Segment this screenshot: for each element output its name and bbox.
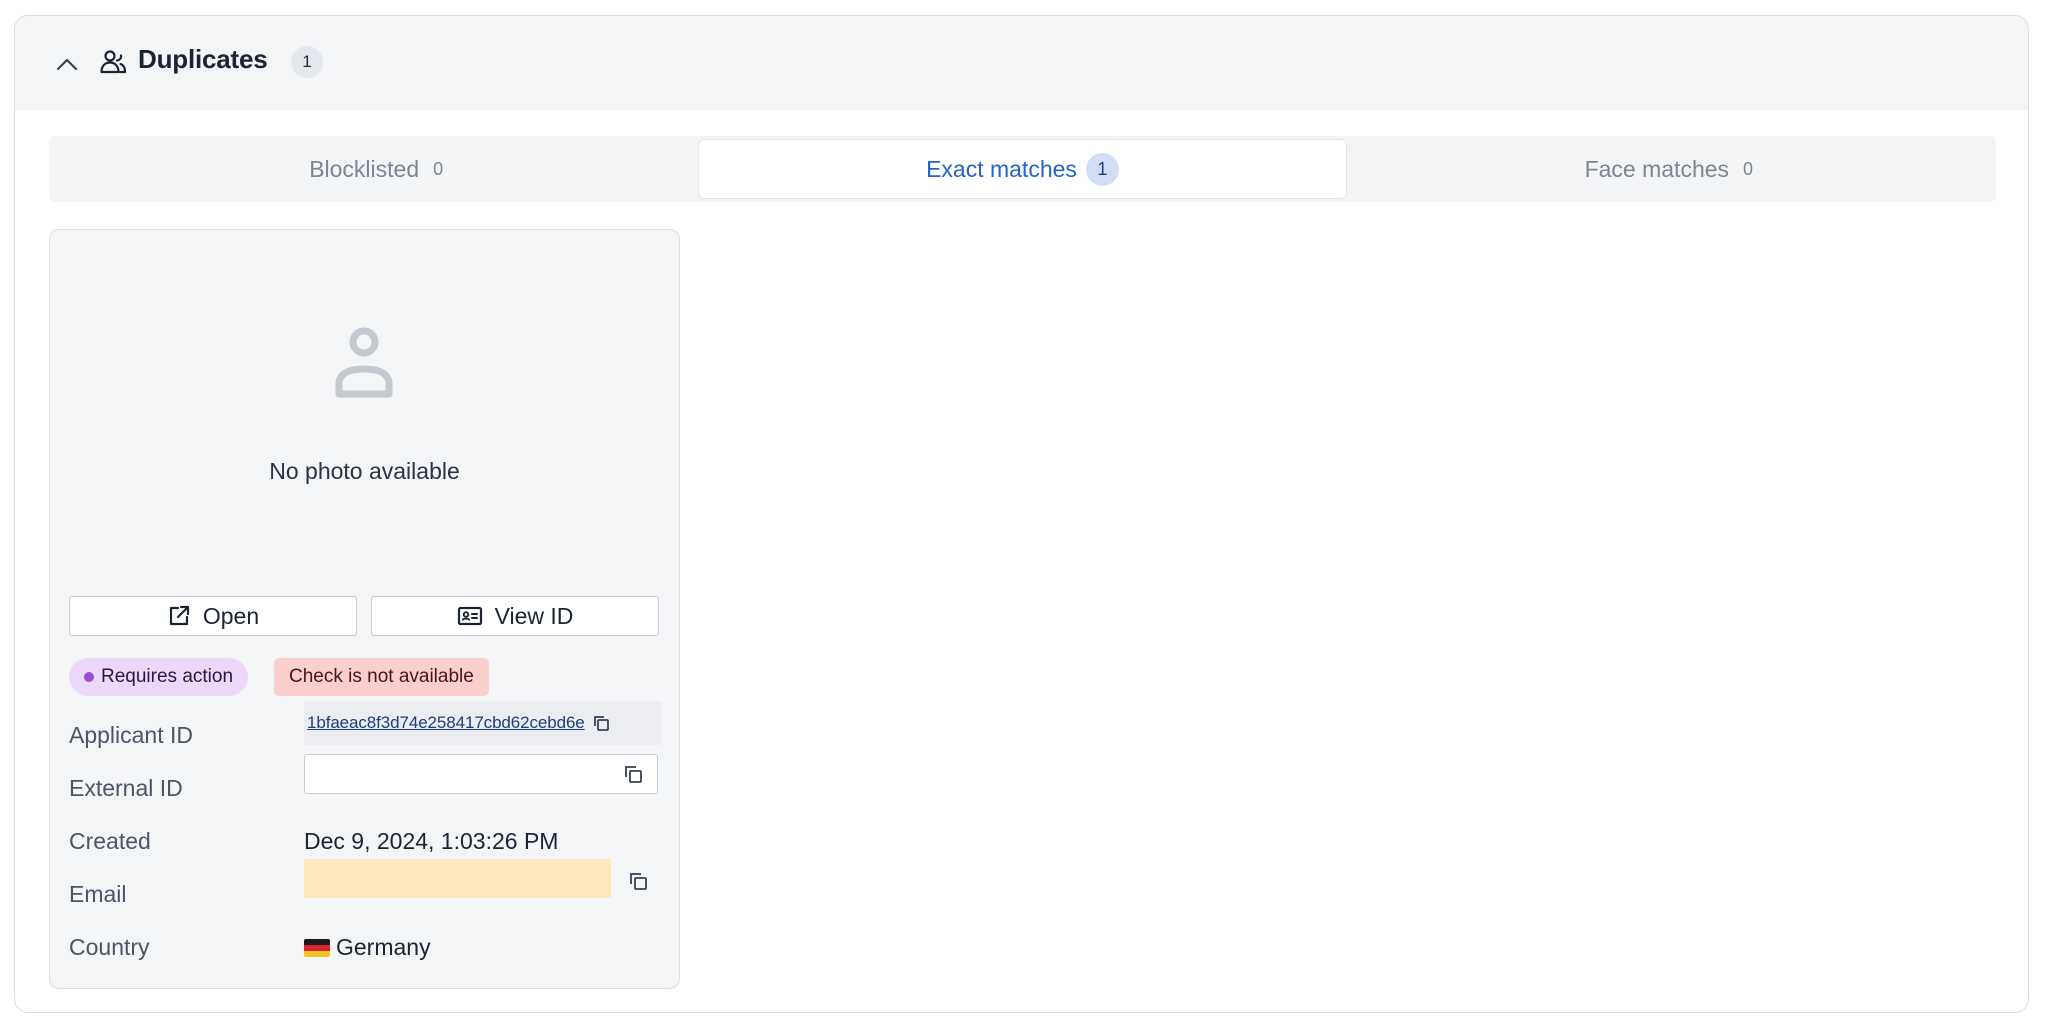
status-badge-label: Requires action: [101, 666, 234, 687]
external-link-icon: [167, 604, 191, 628]
copy-icon[interactable]: [592, 714, 610, 732]
tab-label: Exact matches: [926, 155, 1077, 182]
tab-label: Face matches: [1584, 155, 1730, 182]
external-id-input[interactable]: [304, 754, 658, 794]
applicant-id-label: Applicant ID: [69, 722, 194, 748]
section-count-badge: 1: [291, 46, 323, 78]
view-id-button-label: View ID: [494, 602, 574, 629]
duplicate-applicant-card: No photo available Open View ID Requires…: [49, 229, 680, 989]
tab-label: Blocklisted: [309, 155, 420, 182]
created-label: Created: [69, 828, 151, 854]
check-badge-label: Check is not available: [289, 666, 474, 687]
section-title: Duplicates: [138, 44, 268, 74]
email-label: Email: [69, 881, 127, 907]
tab-count: 0: [1743, 158, 1754, 179]
duplicates-panel: Duplicates 1 Blocklisted 0 Exact matches…: [14, 15, 2029, 1013]
germany-flag-icon: [304, 939, 330, 957]
status-badge: Requires action: [69, 658, 249, 696]
applicant-id-link[interactable]: 1bfaeac8f3d74e258417cbd62cebd6e: [307, 713, 585, 733]
country-name: Germany: [336, 934, 431, 960]
open-button-label: Open: [202, 602, 260, 629]
check-unavailable-badge: Check is not available: [274, 658, 489, 696]
country-value: Germany: [304, 934, 431, 961]
email-value-redacted: [304, 859, 611, 898]
tab-exact-matches[interactable]: Exact matches 1: [699, 140, 1346, 198]
copy-icon[interactable]: [623, 764, 643, 784]
external-id-label: External ID: [69, 775, 183, 801]
tab-face-matches[interactable]: Face matches 0: [1346, 140, 1992, 198]
open-button[interactable]: Open: [69, 596, 357, 636]
tab-blocklisted[interactable]: Blocklisted 0: [53, 140, 699, 198]
duplicates-header[interactable]: Duplicates 1: [15, 16, 2028, 110]
tab-count: 0: [433, 158, 444, 179]
created-value: Dec 9, 2024, 1:03:26 PM: [304, 828, 559, 854]
chevron-up-icon[interactable]: [55, 52, 79, 76]
no-photo-text: No photo available: [269, 458, 460, 484]
duplicates-tabs: Blocklisted 0 Exact matches 1 Face match…: [49, 136, 1996, 202]
country-label: Country: [69, 934, 150, 960]
tab-count: 1: [1085, 152, 1119, 186]
user-icon: [322, 318, 406, 402]
id-card-icon: [457, 605, 483, 627]
applicant-id-field: 1bfaeac8f3d74e258417cbd62cebd6e: [304, 701, 662, 745]
view-id-button[interactable]: View ID: [371, 596, 659, 636]
status-dot-icon: [84, 672, 94, 682]
user-group-icon: [99, 48, 127, 76]
copy-icon[interactable]: [628, 871, 648, 891]
